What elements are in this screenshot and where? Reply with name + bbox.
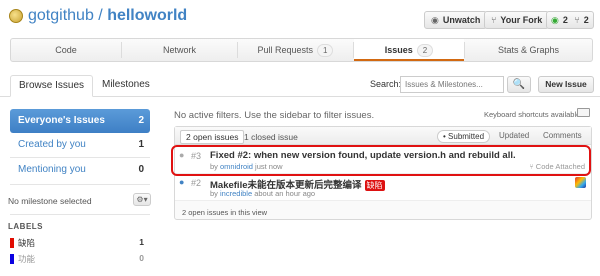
keyboard-icon[interactable] bbox=[577, 108, 590, 117]
sidebar-item-label: Everyone's Issues bbox=[18, 115, 105, 126]
your-fork-button[interactable]: ⑂ Your Fork bbox=[484, 11, 550, 29]
label-count: 1 bbox=[139, 237, 144, 247]
label-color-swatch bbox=[10, 238, 14, 248]
milestones-label: Milestones bbox=[102, 79, 150, 90]
repo-owner-link[interactable]: gotgithub bbox=[28, 7, 94, 24]
unwatch-button[interactable]: ◉ Unwatch bbox=[424, 11, 488, 29]
milestone-gear-button[interactable]: ⚙▾ bbox=[133, 193, 151, 206]
eye-icon: ◉ bbox=[431, 15, 439, 25]
assignee-avatar[interactable] bbox=[575, 177, 586, 188]
open-issues-tab[interactable]: 2 open issues bbox=[180, 130, 245, 144]
search-input[interactable] bbox=[400, 76, 504, 93]
search-icon: 🔍 bbox=[512, 79, 526, 90]
label-name: 功能 bbox=[18, 254, 36, 264]
sidebar-item-everyones-issues[interactable]: Everyone's Issues 2 bbox=[10, 109, 150, 133]
tab-code-label: Code bbox=[55, 45, 77, 55]
issue-label-badge[interactable]: 缺陷 bbox=[364, 180, 385, 191]
tab-issues-label: Issues bbox=[384, 45, 413, 55]
sidebar-item-count: 2 bbox=[138, 115, 144, 126]
watchers-icon: ◉ bbox=[551, 15, 559, 25]
repo-title: gotgithub / helloworld bbox=[28, 7, 187, 25]
tab-stats-graphs-label: Stats & Graphs bbox=[497, 45, 560, 55]
pull-requests-count: 1 bbox=[317, 44, 334, 57]
tab-pull-requests[interactable]: Pull Requests 1 bbox=[238, 39, 353, 61]
tab-browse-issues[interactable]: Browse Issues bbox=[10, 75, 94, 97]
tab-pull-requests-label: Pull Requests bbox=[257, 45, 314, 55]
label-name: 缺陷 bbox=[18, 238, 36, 248]
issue-by: by bbox=[210, 189, 218, 198]
sidebar-divider bbox=[10, 184, 150, 185]
your-fork-label: Your Fork bbox=[500, 15, 543, 25]
label-count: 0 bbox=[139, 253, 144, 263]
repo-separator: / bbox=[93, 7, 108, 24]
forks-count: 2 bbox=[583, 15, 589, 25]
sort-comments[interactable]: Comments bbox=[538, 130, 587, 143]
tab-network-label: Network bbox=[162, 45, 196, 55]
repo-tabnav: Code Network Pull Requests 1 Issues 2 Stat… bbox=[10, 38, 593, 62]
sort-submitted-label: Submitted bbox=[448, 132, 485, 141]
label-item-bug[interactable]: 缺陷 1 bbox=[10, 236, 150, 250]
sidebar-item-created-by-you[interactable]: Created by you 1 bbox=[10, 133, 150, 157]
repo-name-link[interactable]: helloworld bbox=[107, 7, 187, 24]
highlight-annotation bbox=[171, 145, 591, 176]
tab-milestones[interactable]: Milestones bbox=[94, 75, 158, 97]
milestone-selector[interactable]: No milestone selected bbox=[8, 196, 92, 206]
filter-info: No active filters. Use the sidebar to fi… bbox=[174, 110, 375, 121]
gear-icon: ⚙▾ bbox=[136, 195, 148, 204]
watchers-fork-counts[interactable]: ◉ 2 ⑂ 2 bbox=[546, 11, 594, 29]
sidebar-divider bbox=[10, 214, 150, 215]
issue-time: about an hour ago bbox=[254, 189, 316, 198]
label-color-swatch bbox=[10, 254, 14, 264]
issue-select-dot[interactable]: ● bbox=[179, 177, 184, 187]
search-button[interactable]: 🔍 bbox=[507, 76, 531, 93]
label-item-feature[interactable]: 功能 0 bbox=[10, 252, 150, 266]
browse-issues-label: Browse Issues bbox=[19, 80, 85, 91]
sort-submitted[interactable]: • Submitted bbox=[437, 130, 491, 143]
issues-footer: 2 open issues in this view bbox=[182, 208, 268, 217]
tab-stats-graphs[interactable]: Stats & Graphs bbox=[465, 39, 592, 61]
issues-count: 2 bbox=[416, 44, 434, 57]
unwatch-label: Unwatch bbox=[442, 15, 481, 25]
search-label: Search: bbox=[370, 79, 402, 89]
sidebar-item-count: 1 bbox=[138, 139, 144, 150]
closed-issues-tab[interactable]: 1 closed issue bbox=[238, 130, 304, 144]
issue-meta: by incredible about an hour ago bbox=[210, 189, 315, 198]
new-issue-button[interactable]: New Issue bbox=[538, 76, 594, 93]
sidebar-item-label: Mentioning you bbox=[18, 164, 86, 175]
sort-updated[interactable]: Updated bbox=[494, 130, 534, 143]
repo-owner-icon bbox=[9, 9, 23, 23]
sidebar-item-label: Created by you bbox=[18, 139, 86, 150]
issue-author[interactable]: incredible bbox=[220, 189, 252, 198]
issue-row[interactable]: ● #2 Makefile未能在版本更新后完整编译 缺陷 by incredibl… bbox=[175, 174, 591, 201]
tab-network[interactable]: Network bbox=[122, 39, 237, 61]
sidebar-item-count: 0 bbox=[138, 164, 144, 175]
labels-heading: LABELS bbox=[8, 222, 43, 231]
tab-code[interactable]: Code bbox=[11, 39, 121, 61]
tab-issues[interactable]: Issues 2 bbox=[354, 39, 464, 61]
fork-icon: ⑂ bbox=[491, 15, 497, 25]
issue-number: #2 bbox=[191, 178, 202, 188]
sidebar-item-mentioning-you[interactable]: Mentioning you 0 bbox=[10, 158, 150, 182]
forks-icon: ⑂ bbox=[574, 15, 580, 25]
watchers-count: 2 bbox=[562, 15, 568, 25]
keyboard-shortcuts-link[interactable]: Keyboard shortcuts available bbox=[484, 110, 580, 119]
